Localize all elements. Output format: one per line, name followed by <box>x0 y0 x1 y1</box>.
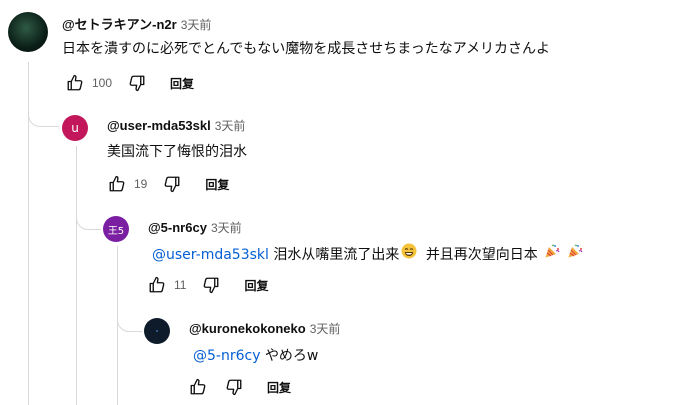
author-name[interactable]: @kuronekokoneko <box>189 321 306 336</box>
reply-button[interactable]: 回复 <box>205 176 229 193</box>
comment-header: @user-mda53skl 3天前 <box>107 117 245 134</box>
like-count: 100 <box>92 76 113 90</box>
comment-text-part: やめろw <box>264 348 319 364</box>
thread-elbow <box>117 314 142 332</box>
mention-link[interactable]: @5-nr6cy <box>193 348 260 364</box>
like-icon <box>149 276 165 293</box>
reply-button[interactable]: 回复 <box>244 277 268 294</box>
avatar[interactable] <box>144 318 170 344</box>
dislike-icon <box>164 176 180 193</box>
comment-text: 日本を潰すのに必死でとんでもない魔物を成長させちまったなアメリカさんよ <box>62 41 551 57</box>
comment-actions: 回复 <box>187 377 291 397</box>
comment-text-part: 并且再次望向日本 <box>425 247 538 263</box>
party-popper-icon <box>544 243 560 263</box>
like-button[interactable] <box>106 173 128 195</box>
avatar-letter: u <box>71 121 79 135</box>
author-name[interactable]: @セトラキアン-n2r <box>62 17 177 32</box>
dislike-icon <box>226 379 242 396</box>
comment-actions: 19 回复 <box>106 174 229 194</box>
comment-header: @5-nr6cy 3天前 <box>148 219 242 236</box>
dislike-icon <box>129 75 145 92</box>
thread-elbow <box>28 110 59 127</box>
author-name[interactable]: @user-mda53skl <box>107 118 211 133</box>
comment-header: @セトラキアン-n2r 3天前 <box>62 14 211 33</box>
avatar[interactable] <box>8 12 48 52</box>
like-count: 11 <box>174 278 187 292</box>
timestamp[interactable]: 3天前 <box>211 221 242 235</box>
dislike-button[interactable] <box>161 173 183 195</box>
avatar[interactable]: u <box>62 115 88 141</box>
timestamp[interactable]: 3天前 <box>310 322 341 336</box>
mention-link[interactable]: @user-mda53skl <box>152 247 269 263</box>
like-icon <box>190 378 206 395</box>
comment-text-part: 泪水从嘴里流了出来 <box>273 247 400 263</box>
comment-actions: 11 回复 <box>146 275 268 295</box>
like-icon <box>67 74 83 91</box>
avatar-letter: 王5 <box>107 225 125 237</box>
author-name[interactable]: @5-nr6cy <box>148 220 207 235</box>
like-button[interactable] <box>146 274 168 296</box>
like-count: 19 <box>134 177 148 191</box>
like-button[interactable] <box>64 72 86 94</box>
avatar-dot <box>156 330 158 332</box>
dislike-icon <box>204 277 219 294</box>
thread-line <box>76 146 77 405</box>
comment-text: @user-mda53skl 泪水从嘴里流了出来 并且再次望向日本 <box>152 243 583 264</box>
party-popper-icon <box>567 243 583 263</box>
reply-button[interactable]: 回复 <box>170 75 194 92</box>
timestamp[interactable]: 3天前 <box>181 18 212 32</box>
dislike-button[interactable] <box>126 72 148 94</box>
like-icon <box>109 175 125 192</box>
thread-elbow <box>76 212 101 230</box>
timestamp[interactable]: 3天前 <box>215 119 246 133</box>
laughing-emoji-icon <box>401 243 417 263</box>
avatar[interactable]: 王5 <box>103 216 129 242</box>
comment-header: @kuronekokoneko 3天前 <box>189 320 340 337</box>
dislike-button[interactable] <box>223 376 245 398</box>
comment-text: 美国流下了悔恨的泪水 <box>107 144 247 160</box>
reply-button[interactable]: 回复 <box>267 379 291 396</box>
dislike-button[interactable] <box>200 274 222 296</box>
like-button[interactable] <box>187 376 209 398</box>
comment-actions: 100 回复 <box>64 73 194 93</box>
comment-text: @5-nr6cy やめろw <box>193 345 318 365</box>
